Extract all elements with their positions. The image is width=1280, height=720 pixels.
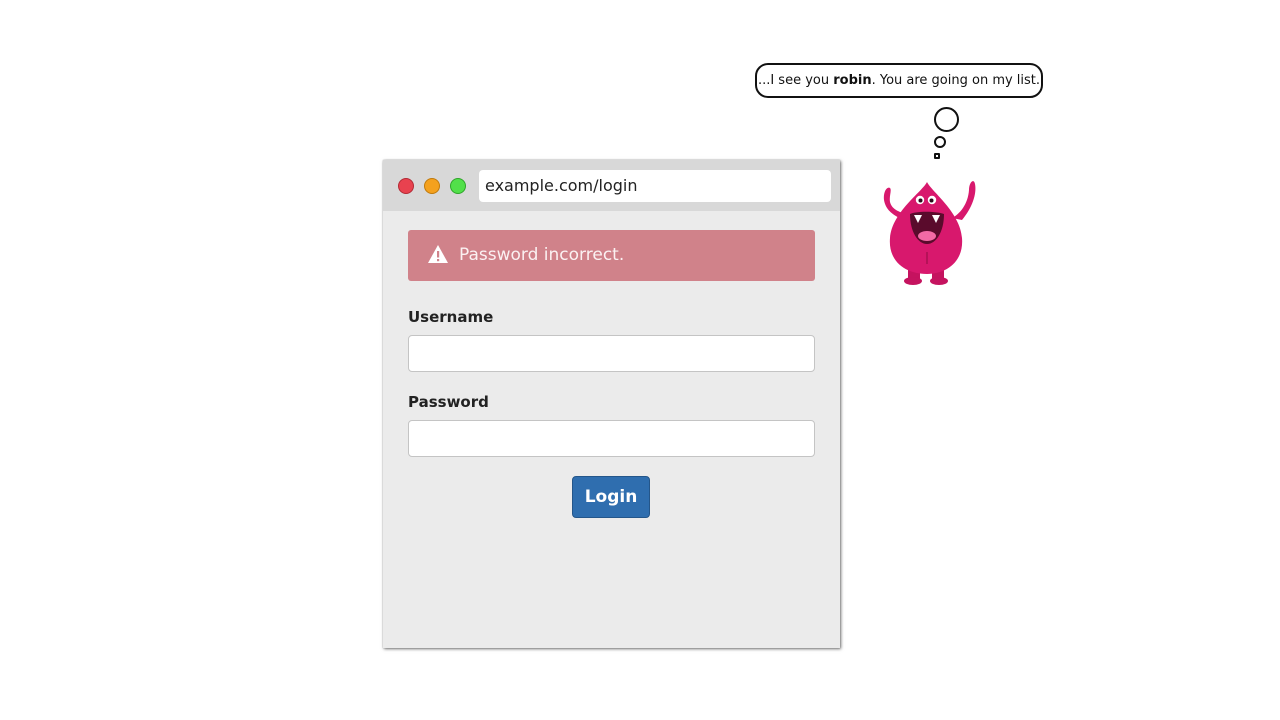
- address-bar[interactable]: example.com/login: [479, 170, 831, 202]
- thought-username: robin: [833, 73, 872, 88]
- browser-window: example.com/login Password incorrect. Us…: [383, 160, 840, 648]
- error-message: Password incorrect.: [459, 245, 625, 265]
- minimize-window-button[interactable]: [424, 178, 440, 194]
- thought-dot-large: [934, 107, 959, 132]
- stage: example.com/login Password incorrect. Us…: [0, 0, 1280, 720]
- login-button[interactable]: Login: [572, 476, 650, 518]
- username-label: Username: [408, 308, 494, 326]
- thought-prefix: ...I see you: [757, 73, 834, 88]
- monster-mascot: [883, 181, 976, 285]
- thought-suffix: . You are going on my list.: [871, 73, 1041, 88]
- error-alert: Password incorrect.: [408, 230, 815, 281]
- close-window-button[interactable]: [398, 178, 414, 194]
- maximize-window-button[interactable]: [450, 178, 466, 194]
- thought-dot-medium: [934, 136, 946, 148]
- username-input[interactable]: [408, 335, 815, 372]
- password-input[interactable]: [408, 420, 815, 457]
- browser-title-bar: example.com/login: [383, 160, 840, 211]
- thought-bubble: ...I see you robin. You are going on my …: [755, 63, 1043, 98]
- warning-icon: [428, 245, 448, 263]
- thought-dot-small: [934, 153, 940, 159]
- password-label: Password: [408, 393, 489, 411]
